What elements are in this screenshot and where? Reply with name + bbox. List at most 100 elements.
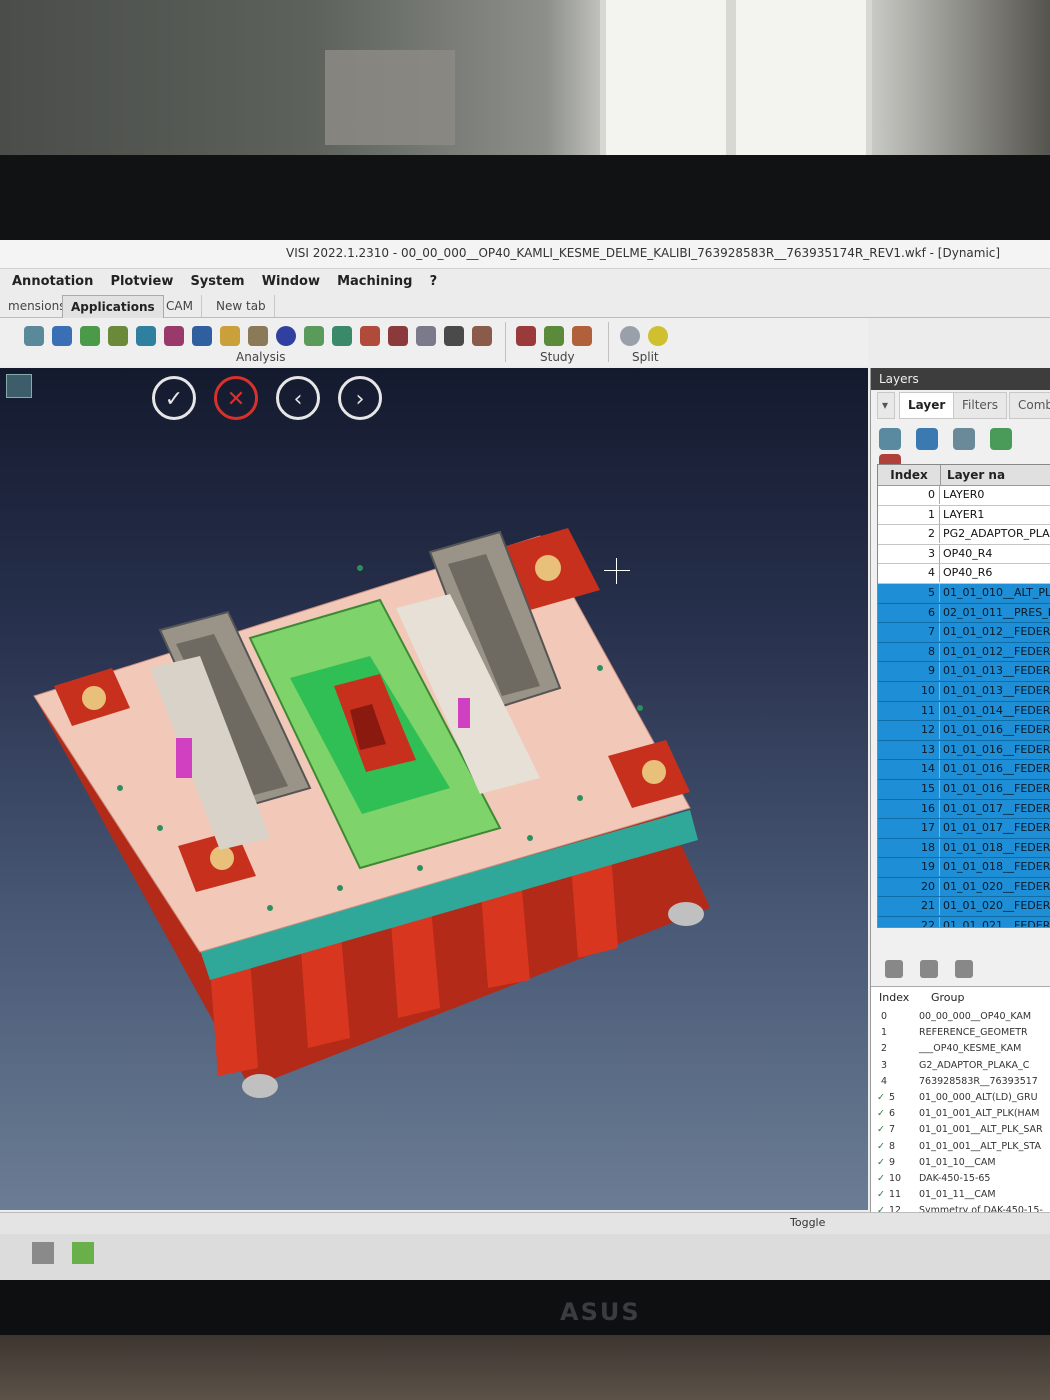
layer-row[interactable]: 1701_01_017__FEDER (1) bbox=[878, 819, 1050, 839]
bolt-hole bbox=[637, 705, 643, 711]
analysis-tool-icon[interactable] bbox=[248, 326, 268, 346]
layer-row[interactable]: 1001_01_013__FEDER (1) bbox=[878, 681, 1050, 702]
layer-row[interactable]: 1 LAYER1 bbox=[878, 505, 1050, 526]
layer-row[interactable]: 18 01_01_018__FEDER bbox=[878, 838, 1050, 859]
menu-plotview[interactable]: Plotview bbox=[110, 270, 173, 294]
analysis-tool-icon[interactable] bbox=[52, 326, 72, 346]
analysis-tool-icon[interactable] bbox=[444, 326, 464, 346]
analysis-tool-icon[interactable] bbox=[304, 326, 324, 346]
search-icon[interactable] bbox=[879, 428, 901, 450]
save-icon[interactable] bbox=[885, 960, 903, 978]
checkmark-icon[interactable]: ✓ bbox=[877, 1141, 885, 1152]
layer-row[interactable]: 5 01_01_010__ALT_PLA bbox=[878, 583, 1050, 604]
group-label-split: Split bbox=[632, 350, 659, 364]
analysis-tool-icon[interactable] bbox=[416, 326, 436, 346]
checkmark-icon[interactable]: ✓ bbox=[877, 1108, 885, 1119]
layer-row[interactable]: 20 01_01_020__FEDER bbox=[878, 877, 1050, 898]
group-label-study: Study bbox=[540, 350, 575, 364]
analysis-tool-icon[interactable] bbox=[472, 326, 492, 346]
menu-window[interactable]: Window bbox=[262, 270, 320, 294]
column-header-group[interactable]: Group bbox=[931, 991, 965, 1004]
layer-row[interactable]: 16 01_01_017__FEDER bbox=[878, 799, 1050, 820]
layers-panel: Layers ▾ Layer Filters Comb Index Layer n… bbox=[870, 368, 1050, 1219]
layer-row[interactable]: 1501_01_016__FEDER (3) bbox=[878, 779, 1050, 800]
column-header-index[interactable]: Index bbox=[871, 987, 931, 1009]
tab-new-tab[interactable]: New tab bbox=[208, 295, 275, 317]
group-row[interactable]: ✓ 11 01_01_11__CAM bbox=[871, 1187, 1050, 1203]
study-tool-icon[interactable] bbox=[544, 326, 564, 346]
layer-row[interactable]: 801_01_012__FEDER (1) bbox=[878, 642, 1050, 663]
column-header-layer-name[interactable]: Layer na bbox=[941, 465, 1005, 485]
group-row[interactable]: ✓ 8 01_01_001__ALT_PLK_STA bbox=[871, 1139, 1050, 1155]
analysis-tool-icon[interactable] bbox=[108, 326, 128, 346]
split-tool-icon[interactable] bbox=[648, 326, 668, 346]
analysis-tool-icon[interactable] bbox=[360, 326, 380, 346]
menu-system[interactable]: System bbox=[190, 270, 244, 294]
checkmark-icon[interactable]: ✓ bbox=[877, 1157, 885, 1168]
split-tool-icon[interactable] bbox=[620, 326, 640, 346]
study-tool-icon[interactable] bbox=[516, 326, 536, 346]
column-header-index[interactable]: Index bbox=[878, 465, 941, 485]
layer-row[interactable]: 9 01_01_013__FEDER bbox=[878, 662, 1050, 682]
analysis-tool-icon[interactable] bbox=[80, 326, 100, 346]
group-row[interactable]: ✓ 6 01_01_001_ALT_PLK(HAM bbox=[871, 1106, 1050, 1122]
group-row[interactable]: 4 763928583R__76393517 bbox=[871, 1074, 1050, 1090]
die-model-render[interactable] bbox=[0, 368, 868, 1210]
checkmark-icon[interactable]: ✓ bbox=[877, 1173, 885, 1184]
checkmark-icon[interactable]: ✓ bbox=[877, 1124, 885, 1135]
layer-tool-icon[interactable] bbox=[990, 428, 1013, 450]
analysis-tool-icon[interactable] bbox=[136, 326, 156, 346]
checkmark-icon[interactable]: ✓ bbox=[877, 1189, 885, 1200]
analysis-tool-icon[interactable] bbox=[164, 326, 184, 346]
analysis-tool-icon[interactable] bbox=[388, 326, 408, 346]
layer-row[interactable]: 0 LAYER0 bbox=[878, 486, 1050, 506]
layer-row[interactable]: 1301_01_016__FEDER (1) bbox=[878, 740, 1050, 761]
toggle-button[interactable]: Toggle bbox=[790, 1216, 825, 1229]
layer-row[interactable]: 3 OP40_R4 bbox=[878, 544, 1050, 565]
group-row[interactable]: 1 REFERENCE_GEOMETR bbox=[871, 1025, 1050, 1041]
file-explorer-icon[interactable] bbox=[32, 1242, 54, 1264]
menu-annotation[interactable]: Annotation bbox=[12, 270, 93, 294]
layer-table-header: Index Layer na bbox=[878, 465, 1050, 486]
group-row[interactable]: ✓ 9 01_01_10__CAM bbox=[871, 1155, 1050, 1171]
analysis-tool-icon[interactable] bbox=[220, 326, 240, 346]
layer-row[interactable]: 4 OP40_R6 bbox=[878, 564, 1050, 584]
tab-cam[interactable]: CAM bbox=[158, 295, 202, 317]
layer-row[interactable]: 602_01_011__PRES_BA bbox=[878, 603, 1050, 624]
visi-app-icon[interactable] bbox=[72, 1242, 94, 1264]
group-row[interactable]: ✓ 5 01_00_000_ALT(LD)_GRU bbox=[871, 1090, 1050, 1106]
group-row[interactable]: 2 ___OP40_KESME_KAM bbox=[871, 1041, 1050, 1057]
tab-layer[interactable]: Layer bbox=[899, 392, 955, 419]
layer-row[interactable]: 22 01_01_021__FEDER bbox=[878, 917, 1050, 927]
bolt-hole bbox=[577, 795, 583, 801]
tab-combinations[interactable]: Comb bbox=[1009, 392, 1050, 419]
layer-index: 6 bbox=[878, 603, 940, 622]
group-row[interactable]: 3 G2_ADAPTOR_PLAKA_C bbox=[871, 1058, 1050, 1074]
layer-tool-icon[interactable] bbox=[916, 428, 939, 450]
analysis-tool-icon[interactable] bbox=[24, 326, 44, 346]
checkmark-icon[interactable]: ✓ bbox=[877, 1092, 885, 1103]
group-row[interactable]: ✓ 7 01_01_001__ALT_PLK_SAR bbox=[871, 1122, 1050, 1138]
3d-viewport[interactable]: ✓ ✕ ‹ › bbox=[0, 368, 868, 1210]
layer-row[interactable]: 2 PG2_ADAPTOR_PLA bbox=[878, 525, 1050, 545]
tab-filters[interactable]: Filters bbox=[953, 392, 1007, 419]
trash-icon[interactable] bbox=[955, 960, 974, 978]
layer-tool-icon[interactable] bbox=[953, 428, 976, 450]
tab-applications[interactable]: Applications bbox=[62, 295, 164, 318]
chevron-down-icon[interactable]: ▾ bbox=[877, 392, 895, 419]
menu-help[interactable]: ? bbox=[430, 270, 438, 294]
layer-row[interactable]: 1901_01_018__FEDER (1) bbox=[878, 858, 1050, 878]
layer-row[interactable]: 2101_01_020__FEDER (1) bbox=[878, 897, 1050, 918]
sphere-icon[interactable] bbox=[276, 326, 296, 346]
study-tool-icon[interactable] bbox=[572, 326, 592, 346]
layer-row[interactable]: 11 01_01_014__FEDER bbox=[878, 701, 1050, 722]
layer-row[interactable]: 12 01_01_016__FEDER bbox=[878, 721, 1050, 741]
group-row[interactable]: ✓ 10 DAK-450-15-65 bbox=[871, 1171, 1050, 1187]
analysis-tool-icon[interactable] bbox=[332, 326, 352, 346]
analysis-tool-icon[interactable] bbox=[192, 326, 212, 346]
group-row[interactable]: 0 00_00_000__OP40_KAM bbox=[871, 1009, 1050, 1025]
menu-machining[interactable]: Machining bbox=[337, 270, 412, 294]
layer-row[interactable]: 1401_01_016__FEDER (2) bbox=[878, 760, 1050, 780]
floppy-icon[interactable] bbox=[920, 960, 939, 978]
layer-row[interactable]: 7 01_01_012__FEDER bbox=[878, 623, 1050, 643]
